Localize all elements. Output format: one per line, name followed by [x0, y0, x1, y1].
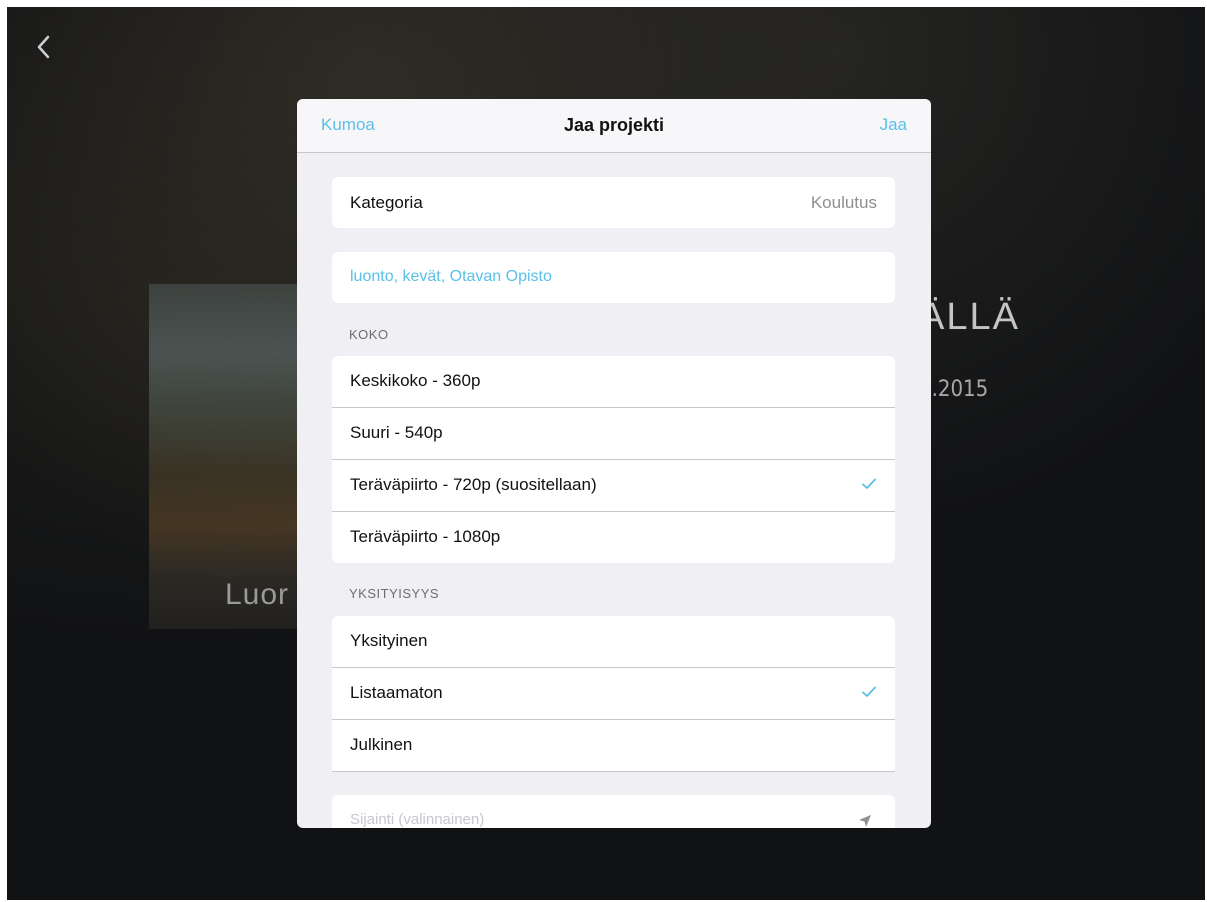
size-option-label: Teräväpiirto - 720p (suositellaan)	[350, 475, 597, 494]
back-icon[interactable]	[33, 33, 55, 61]
location-arrow-icon[interactable]	[857, 813, 873, 828]
thumbnail-title: Luor	[225, 578, 290, 611]
privacy-option-label: Julkinen	[350, 735, 413, 754]
privacy-options-list: Yksityinen Listaamaton Julkinen	[332, 616, 895, 772]
privacy-section-header: YKSITYISYYS	[349, 586, 440, 601]
privacy-option-unlisted[interactable]: Listaamaton	[332, 668, 895, 720]
size-option-1080p[interactable]: Teräväpiirto - 1080p	[332, 512, 895, 563]
category-label: Kategoria	[350, 193, 423, 212]
modal-title: Jaa projekti	[563, 115, 665, 135]
category-row[interactable]: Kategoria Koulutus	[332, 177, 895, 228]
screen: Luor ÄLLÄ 5.2015 Kumoa Jaa projekti Jaa …	[7, 7, 1205, 900]
size-option-360p[interactable]: Keskikoko - 360p	[332, 356, 895, 408]
privacy-option-private[interactable]: Yksityinen	[332, 616, 895, 668]
size-option-label: Teräväpiirto - 1080p	[350, 527, 501, 546]
privacy-option-label: Listaamaton	[350, 683, 443, 702]
privacy-option-label: Yksityinen	[350, 631, 428, 650]
location-placeholder: Sijainti (valinnainen)	[350, 811, 485, 828]
privacy-option-public[interactable]: Julkinen	[332, 720, 895, 772]
share-button[interactable]: Jaa	[880, 115, 907, 135]
tags-field[interactable]: luonto, kevät, Otavan Opisto	[332, 252, 895, 303]
modal-navbar: Kumoa Jaa projekti Jaa	[297, 99, 931, 153]
size-option-540p[interactable]: Suuri - 540p	[332, 408, 895, 460]
share-project-modal: Kumoa Jaa projekti Jaa Kategoria Koulutu…	[297, 99, 931, 828]
project-heading: ÄLLÄ	[919, 296, 1020, 338]
location-field[interactable]: Sijainti (valinnainen)	[332, 795, 895, 828]
category-value: Koulutus	[810, 193, 877, 212]
tags-value[interactable]: luonto, kevät, Otavan Opisto	[350, 268, 552, 286]
size-options-list: Keskikoko - 360p Suuri - 540p Teräväpiir…	[332, 356, 895, 563]
checkmark-icon	[861, 476, 877, 492]
size-section-header: KOKO	[349, 327, 389, 342]
size-option-label: Suuri - 540p	[350, 423, 443, 442]
size-option-label: Keskikoko - 360p	[350, 371, 481, 390]
size-option-720p[interactable]: Teräväpiirto - 720p (suositellaan)	[332, 460, 895, 512]
checkmark-icon	[861, 684, 877, 700]
